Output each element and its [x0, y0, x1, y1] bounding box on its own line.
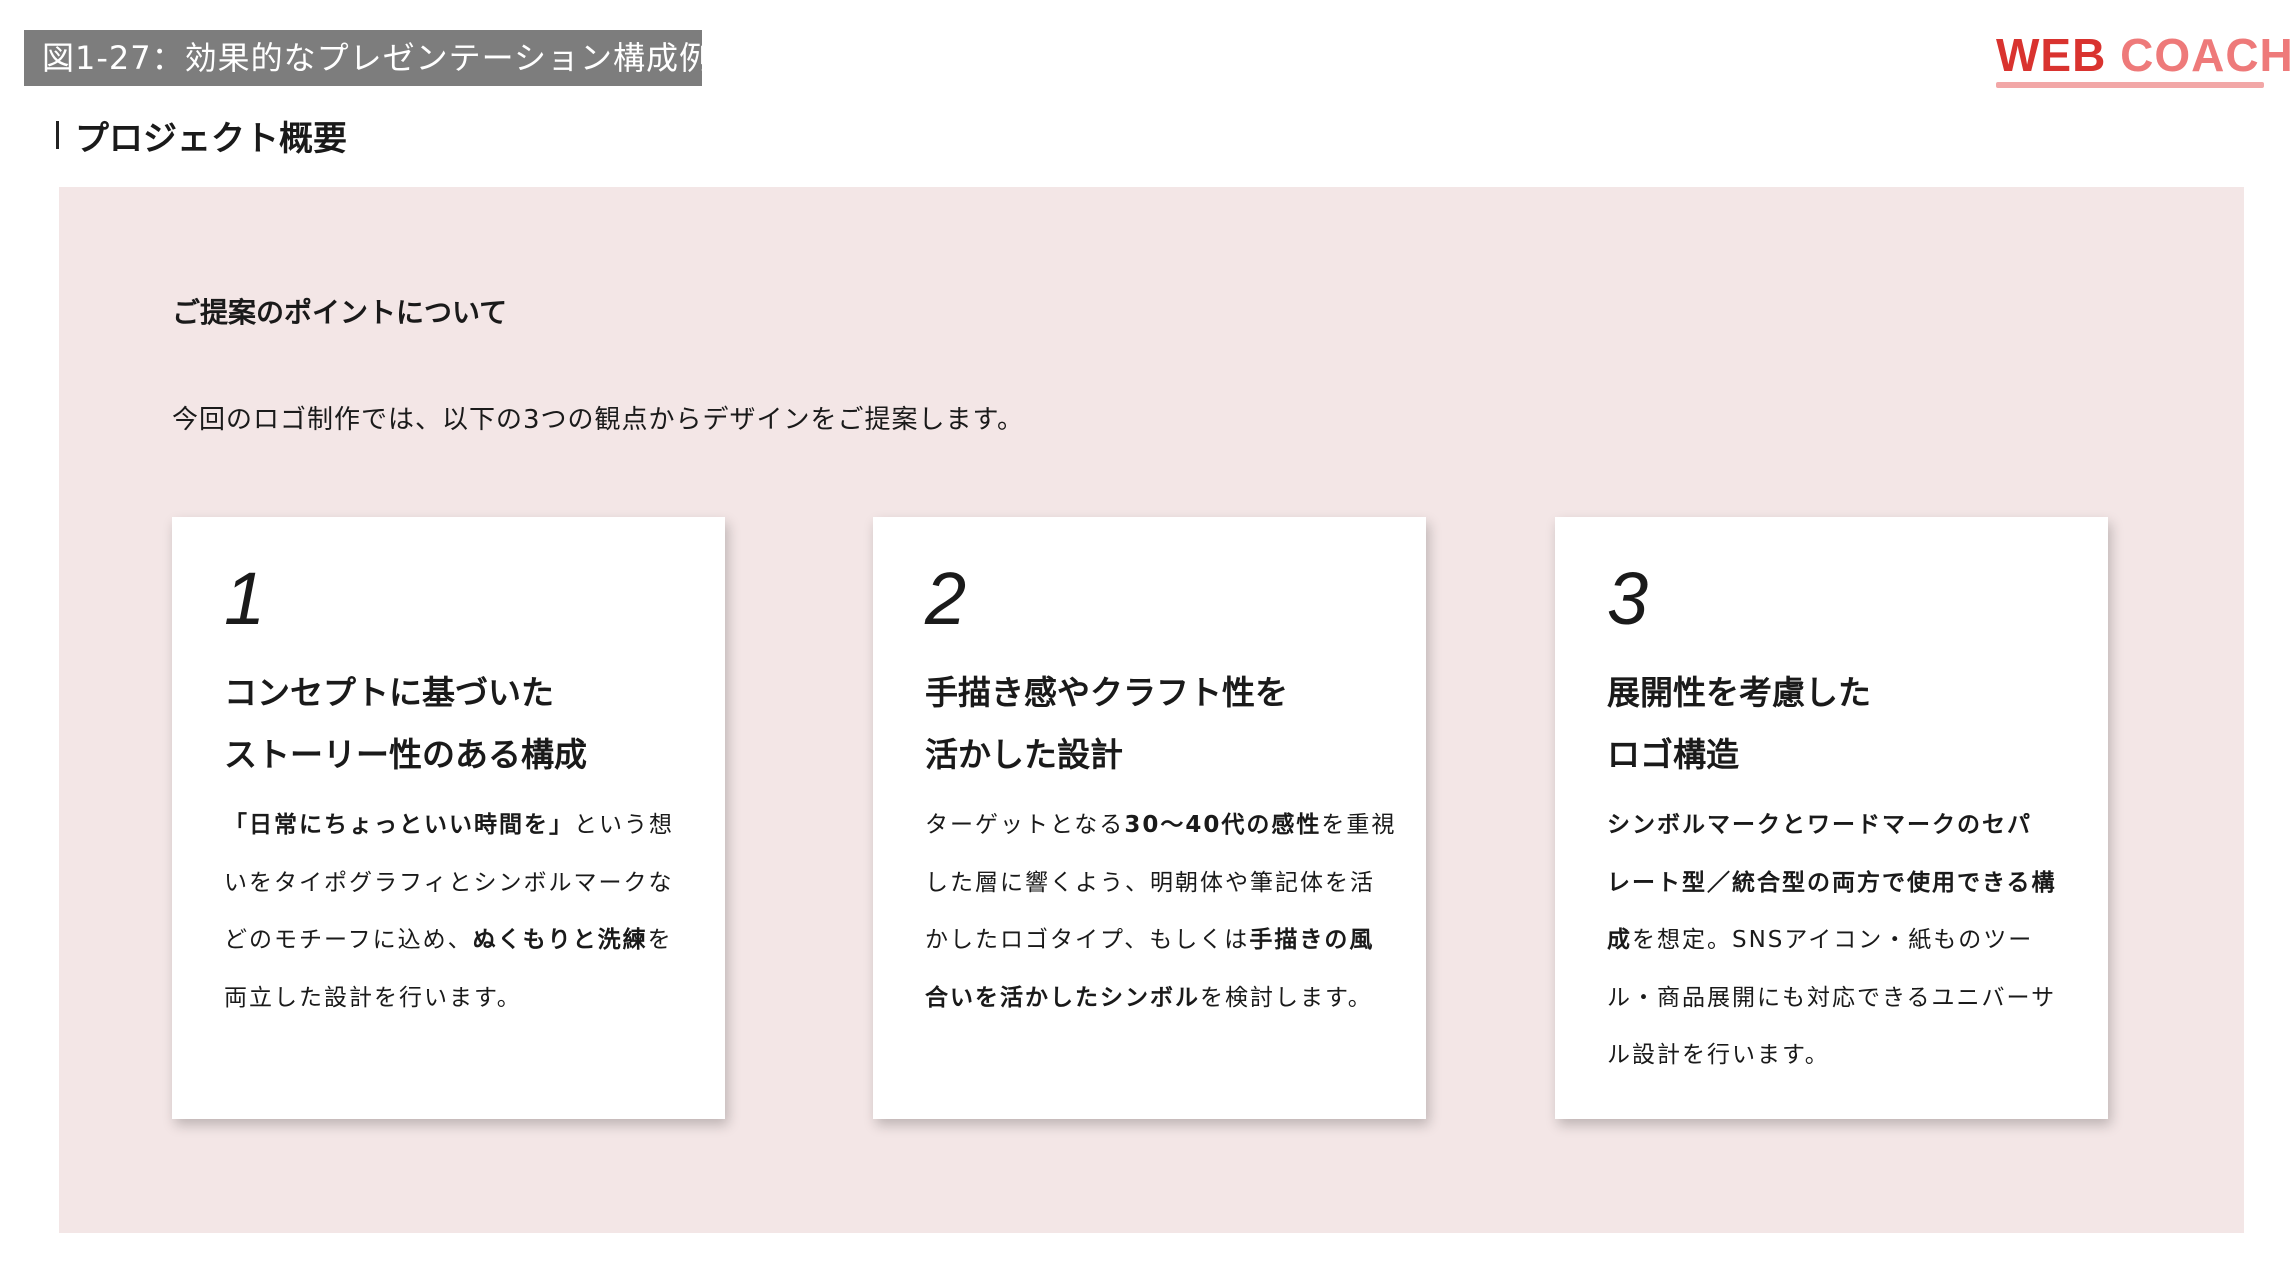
card-title-line: 手描き感やクラフト性を	[925, 673, 1288, 712]
figure-label: 図1-27：効果的なプレゼンテーション構成例	[24, 30, 702, 86]
card-body-line: どのモチーフに込め、ぬくもりと洗練を	[224, 927, 673, 953]
card-body-line: 成を想定。SNSアイコン・紙ものツー	[1607, 927, 2034, 953]
web-coach-logo: WEB COACH	[1996, 28, 2290, 96]
card-number: 3	[1607, 557, 1649, 640]
logo-underline	[1996, 82, 2264, 88]
card-body: シンボルマークとワードマークのセパ レート型／統合型の両方で使用できる構 成を想…	[1607, 797, 2069, 1085]
point-card-3: 3 展開性を考慮した ロゴ構造 シンボルマークとワードマークのセパ レート型／統…	[1555, 517, 2108, 1119]
card-body-line: 両立した設計を行います。	[224, 984, 522, 1011]
card-body-line: 「日常にちょっといい時間を」という想	[224, 812, 674, 838]
card-body-line: シンボルマークとワードマークのセパ	[1607, 812, 2032, 838]
card-body: 「日常にちょっといい時間を」という想 いをタイポグラフィとシンボルマークな どの…	[224, 797, 686, 1027]
section-title-bar	[56, 121, 59, 149]
logo-word-coach: COACH	[2120, 29, 2290, 81]
panel-heading: ご提案のポイントについて	[172, 296, 508, 329]
card-title: 展開性を考慮した ロゴ構造	[1607, 662, 1871, 786]
point-card-2: 2 手描き感やクラフト性を 活かした設計 ターゲットとなる30〜40代の感性を重…	[873, 517, 1426, 1119]
card-title-line: 活かした設計	[925, 735, 1123, 774]
logo-word-web: WEB	[1996, 29, 2107, 81]
card-body-line: レート型／統合型の両方で使用できる構	[1607, 869, 2057, 896]
card-body-line: した層に響くよう、明朝体や筆記体を活	[925, 869, 1375, 896]
card-title-line: ロゴ構造	[1607, 735, 1739, 774]
card-number: 2	[925, 557, 967, 640]
section-title-text: プロジェクト概要	[75, 118, 347, 159]
card-title: 手描き感やクラフト性を 活かした設計	[925, 662, 1288, 786]
card-body-line: 合いを活かしたシンボルを検討します。	[925, 984, 1373, 1011]
point-card-1: 1 コンセプトに基づいた ストーリー性のある構成 「日常にちょっといい時間を」と…	[172, 517, 725, 1119]
panel-intro: 今回のロゴ制作では、以下の3つの観点からデザインをご提案します。	[172, 405, 1024, 435]
card-body: ターゲットとなる30〜40代の感性を重視 した層に響くよう、明朝体や筆記体を活 …	[925, 797, 1397, 1027]
card-body-line: ターゲットとなる30〜40代の感性を重視	[925, 812, 1397, 838]
section-title: プロジェクト概要	[56, 112, 347, 159]
proposal-panel: ご提案のポイントについて 今回のロゴ制作では、以下の3つの観点からデザインをご提…	[59, 187, 2244, 1233]
card-body-line: ル設計を行います。	[1607, 1042, 1830, 1068]
card-number: 1	[224, 557, 266, 640]
card-title-line: ストーリー性のある構成	[224, 735, 587, 774]
card-title-line: 展開性を考慮した	[1607, 673, 1871, 712]
card-body-line: いをタイポグラフィとシンボルマークな	[224, 869, 674, 896]
card-title-line: コンセプトに基づいた	[224, 673, 554, 712]
card-body-line: ル・商品展開にも対応できるユニバーサ	[1607, 984, 2057, 1011]
card-title: コンセプトに基づいた ストーリー性のある構成	[224, 662, 587, 786]
card-body-line: かしたロゴタイプ、もしくは手描きの風	[925, 927, 1375, 953]
